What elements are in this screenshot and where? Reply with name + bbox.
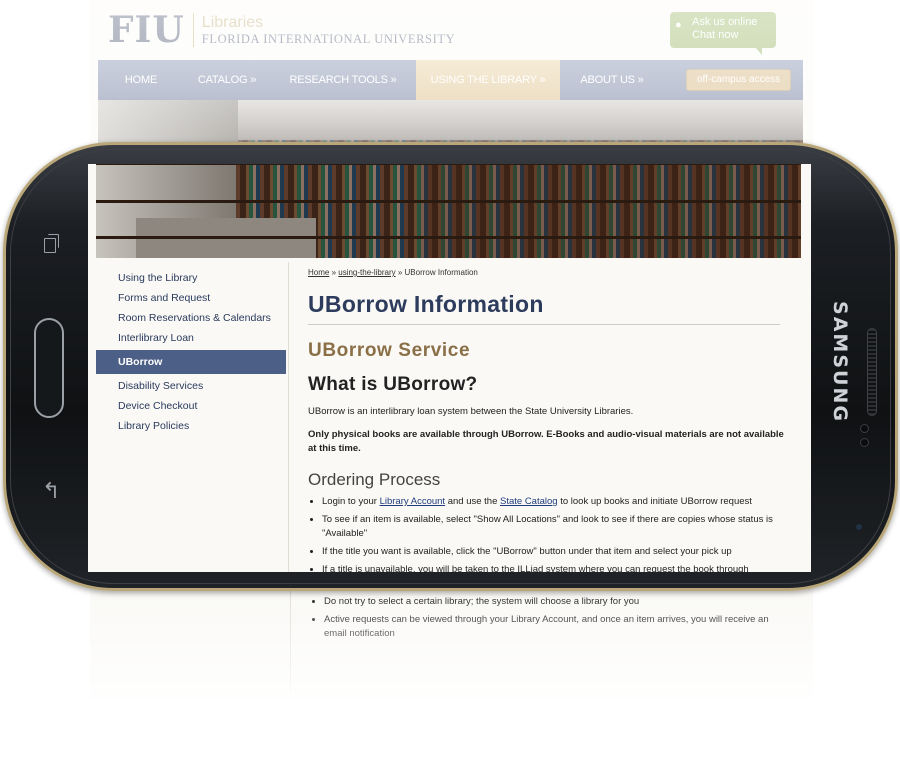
fiu-libraries-logo[interactable]: FIU Libraries FLORIDA INTERNATIONAL UNIV… [108, 9, 455, 51]
step-text: to look up books and initiate UBorrow re… [557, 496, 752, 507]
sidebar-item-using-the-library[interactable]: Using the Library [96, 268, 286, 288]
sidebar-item-forms-and-request[interactable]: Forms and Request [96, 288, 286, 308]
list-item: If a title is unavailable, you will be t… [322, 563, 788, 572]
breadcrumb-home-link[interactable]: Home [308, 268, 329, 277]
logo-divider [192, 13, 194, 47]
service-heading: UBorrow Service [308, 340, 471, 361]
chat-now-button[interactable]: ● Ask us online Chat now [670, 12, 776, 55]
chat-line1: Ask us online [692, 16, 758, 28]
ordering-heading: Ordering Process [308, 470, 441, 489]
home-button[interactable] [34, 318, 64, 418]
logo-fiu-text: FIU [108, 9, 185, 51]
nav-about-us[interactable]: ABOUT US » [560, 60, 664, 100]
library-stacks-banner [96, 164, 801, 258]
list-item: Active requests can be viewed through yo… [324, 613, 790, 641]
state-catalog-link[interactable]: State Catalog [500, 496, 558, 507]
recent-apps-icon[interactable] [44, 234, 62, 253]
phone-screen: Using the Library Forms and Request Room… [88, 164, 811, 572]
breadcrumb: Home » using-the-library » UBorrow Infor… [308, 268, 788, 277]
library-account-link[interactable]: Library Account [380, 496, 445, 507]
list-item: If the title you want is available, clic… [322, 545, 788, 559]
sidebar-item-room-reservations[interactable]: Room Reservations & Calendars [96, 308, 286, 328]
sidebar-item-uborrow[interactable]: UBorrow [96, 350, 286, 374]
what-heading: What is UBorrow? [308, 374, 478, 395]
step-text: and use the [445, 496, 500, 507]
logo-text-block: Libraries FLORIDA INTERNATIONAL UNIVERSI… [202, 14, 455, 47]
back-icon[interactable]: ↰ [42, 480, 60, 502]
list-item: To see if an item is available, select "… [322, 513, 788, 541]
chat-line2: Chat now [692, 29, 739, 41]
front-camera [856, 524, 862, 530]
off-campus-access-button[interactable]: off-campus access [686, 69, 792, 91]
breadcrumb-separator: » [329, 268, 339, 277]
sidebar-divider [288, 262, 289, 572]
list-item: Login to your Library Account and use th… [322, 495, 788, 509]
nav-research-tools[interactable]: RESEARCH TOOLS » [270, 60, 416, 100]
nav-using-the-library[interactable]: USING THE LIBRARY » [416, 60, 560, 100]
library-webpage-onscreen: Using the Library Forms and Request Room… [88, 164, 811, 572]
light-sensor [860, 438, 869, 447]
sidebar-item-library-policies[interactable]: Library Policies [96, 416, 286, 436]
proximity-sensor [860, 424, 869, 433]
logo-university-text: FLORIDA INTERNATIONAL UNIVERSITY [201, 31, 456, 46]
sidebar-item-disability-services[interactable]: Disability Services [96, 376, 286, 396]
main-content: Home » using-the-library » UBorrow Infor… [308, 268, 788, 572]
nav-catalog[interactable]: CATALOG » [184, 60, 270, 100]
sidebar-item-device-checkout[interactable]: Device Checkout [96, 396, 286, 416]
page-title: UBorrow Information [308, 291, 544, 317]
main-nav: HOME CATALOG » RESEARCH TOOLS » USING TH… [98, 60, 803, 100]
banner-shelf [96, 236, 801, 239]
breadcrumb-section-link[interactable]: using-the-library [338, 268, 395, 277]
banner-shelf [96, 164, 801, 165]
speaker-grille [867, 328, 877, 416]
title-rule [308, 324, 780, 325]
sidebar-nav: Using the Library Forms and Request Room… [96, 268, 286, 436]
nav-home[interactable]: HOME [98, 60, 184, 100]
step-text: Login to your [322, 496, 380, 507]
list-item: Do not try to select a certain library; … [324, 595, 790, 609]
ordering-steps: Login to your Library Account and use th… [308, 495, 788, 572]
logo-libraries-text: Libraries [201, 13, 264, 31]
banner-shelf [96, 200, 801, 203]
screen-viewport: Using the Library Forms and Request Room… [88, 164, 811, 572]
chat-bubble-icon: ● [675, 19, 682, 31]
physical-books-note: Only physical books are available throug… [308, 429, 784, 454]
intro-paragraph: UBorrow is an interlibrary loan system b… [308, 406, 634, 417]
breadcrumb-current: UBorrow Information [404, 268, 478, 277]
brand-text: SAMSUNG [829, 301, 851, 423]
sidebar-item-interlibrary-loan[interactable]: Interlibrary Loan [96, 328, 286, 348]
samsung-logo: SAMSUNG [810, 301, 870, 423]
breadcrumb-separator: » [395, 268, 405, 277]
